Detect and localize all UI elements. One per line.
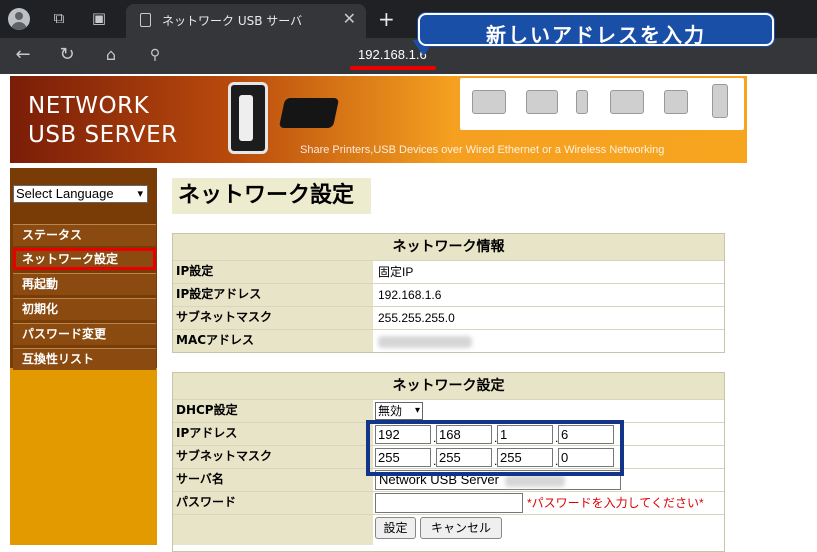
password-cell: *パスワードを入力してください* [374,492,724,514]
buttons-row: 設定 キャンセル [173,514,724,545]
header-banner: NETWORK USB SERVER Share Printers,USB De… [10,76,747,163]
server-name-label: サーバ名 [173,469,373,491]
sidebar-item-status[interactable]: ステータス [13,224,156,246]
dhcp-label: DHCP設定 [173,400,373,422]
buttons-cell: 設定 キャンセル [374,515,724,545]
usb-adapter-image [278,98,340,128]
ip-label: IPアドレス [173,423,373,445]
info-row: IP設定アドレス 192.168.1.6 [173,283,724,306]
password-row: パスワード *パスワードを入力してください* [173,491,724,514]
sidebar-lower [10,368,157,545]
language-select-value: Select Language [16,186,114,201]
banner-tagline: Share Printers,USB Devices over Wired Et… [300,144,665,156]
cancel-button[interactable]: キャンセル [420,517,502,539]
tab-title: ネットワーク USB サーバ [162,14,303,28]
info-value-redacted [374,330,724,352]
info-row: MACアドレス [173,329,724,352]
speaker-icon [712,84,728,118]
address-bar[interactable]: 192.168.1.6 [358,47,427,62]
sidebar-item-compatibility-list[interactable]: 互換性リスト [13,348,156,370]
close-tab-icon[interactable]: ✕ [343,9,356,28]
printer-icon [472,90,506,114]
back-icon[interactable]: ← [12,45,34,67]
password-label: パスワード [173,492,373,514]
info-label: IP設定アドレス [173,284,373,306]
ip-fields-highlight [366,420,624,476]
info-value: 255.255.255.0 [378,311,455,325]
mask-label: サブネットマスク [173,446,373,468]
profile-icon[interactable] [8,8,30,30]
sidebar-item-reboot[interactable]: 再起動 [13,273,156,295]
dhcp-row: DHCP設定 無効 ▾ [173,399,724,422]
info-value: 192.168.1.6 [378,288,442,302]
camera-icon [664,90,688,114]
brand-line-1: NETWORK [28,93,150,119]
annotation-callout: 新しいアドレスを入力 [418,13,774,47]
mp3-player-icon [576,90,588,114]
reload-icon[interactable]: ↻ [56,45,78,67]
info-row: IP設定 固定IP [173,260,724,283]
language-select[interactable]: Select Language ▾ [13,185,148,203]
brand-line-2: USB SERVER [28,122,178,148]
external-drive-icon [610,90,644,114]
sidebar-item-change-password[interactable]: パスワード変更 [13,323,156,345]
device-icons-strip [460,78,744,130]
network-info-panel: ネットワーク情報 IP設定 固定IP IP設定アドレス 192.168.1.6 … [172,233,725,353]
dhcp-select-value: 無効 [378,404,403,418]
workspaces-icon[interactable]: ⧉ [48,8,70,30]
page-icon [140,13,151,27]
network-settings-title: ネットワーク設定 [173,373,724,399]
network-info-title: ネットワーク情報 [173,234,724,260]
info-label: MACアドレス [173,330,373,352]
info-label: IP設定 [173,261,373,283]
password-input[interactable] [375,493,523,513]
sidebar-item-network-settings[interactable]: ネットワーク設定 [13,248,156,270]
password-hint: *パスワードを入力してください* [527,496,704,510]
callout-text: 新しいアドレスを入力 [486,23,706,47]
sidebar-item-factory-reset[interactable]: 初期化 [13,298,156,320]
dhcp-value-cell: 無効 ▾ [374,400,724,422]
redacted-suffix [504,474,565,487]
scanner-icon [526,90,558,114]
buttons-row-spacer [173,515,373,545]
search-icon[interactable]: ⚲ [144,45,166,67]
info-row: サブネットマスク 255.255.255.0 [173,306,724,329]
brand-logo: NETWORK USB SERVER [28,92,178,150]
redacted-mac [378,335,472,348]
dhcp-select[interactable]: 無効 ▾ [375,402,423,420]
info-value: 固定IP [378,265,414,279]
tab-actions-icon[interactable]: ▣ [88,8,110,30]
usb-server-device-image [228,82,268,154]
chevron-down-icon: ▾ [414,405,420,416]
sidebar: Select Language ▾ ステータス ネットワーク設定 再起動 初期化… [10,168,157,545]
submit-button[interactable]: 設定 [375,517,416,539]
page-title: ネットワーク設定 [172,178,371,214]
new-tab-icon[interactable]: + [378,7,395,31]
info-label: サブネットマスク [173,307,373,329]
url-highlight [350,66,436,70]
active-tab[interactable]: ネットワーク USB サーバ ✕ [126,4,366,38]
chevron-down-icon: ▾ [137,188,143,200]
home-icon[interactable]: ⌂ [100,45,122,67]
